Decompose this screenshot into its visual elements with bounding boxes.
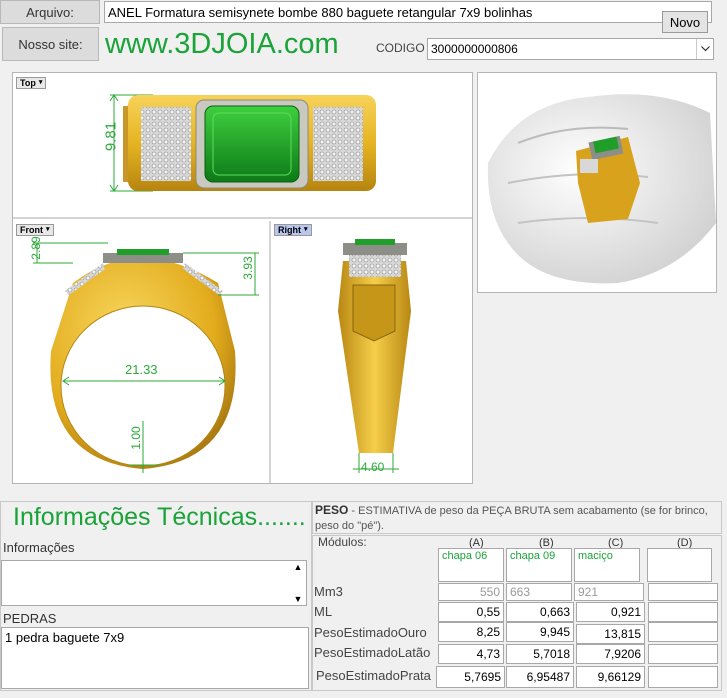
hand-ring-illustration bbox=[487, 94, 716, 284]
pedras-label: PEDRAS bbox=[3, 611, 57, 626]
scrollbar[interactable]: ▲ ▼ bbox=[291, 562, 305, 604]
codigo-label: CODIGO bbox=[376, 41, 425, 55]
dim-front-left: 2.89 bbox=[29, 236, 43, 260]
right-view[interactable]: Right ▾ 4.60 bbox=[273, 221, 472, 483]
dim-right-width: 4.60 bbox=[361, 460, 385, 474]
prata-c[interactable]: 9,66129 bbox=[576, 666, 645, 688]
row-label-mm3: Mm3 bbox=[314, 584, 343, 599]
prata-a[interactable]: 5,7695 bbox=[436, 666, 505, 688]
right-view-drawing bbox=[338, 239, 411, 473]
peso-heading-bold: PESO bbox=[315, 503, 349, 517]
latao-a[interactable]: 4,73 bbox=[438, 644, 504, 664]
cad-viewport-panel: Top ▾ 9.81 Front ▾ 2.89 3.93 21.33 1.00 … bbox=[12, 72, 473, 484]
dim-front-right: 3.93 bbox=[241, 256, 255, 280]
dim-top-width: 9.81 bbox=[102, 121, 120, 152]
mm3-d[interactable] bbox=[648, 583, 718, 601]
latao-d[interactable] bbox=[648, 644, 718, 664]
type-field-b[interactable]: chapa 09 bbox=[506, 548, 572, 582]
ouro-c[interactable]: 13,815 bbox=[576, 624, 645, 644]
codigo-value: 3000000000806 bbox=[431, 42, 518, 56]
ml-b[interactable]: 0,663 bbox=[506, 602, 574, 622]
ml-c[interactable]: 0,921 bbox=[576, 602, 645, 622]
prata-d[interactable] bbox=[648, 666, 718, 688]
ouro-b[interactable]: 9,945 bbox=[506, 622, 574, 642]
ouro-a[interactable]: 8,25 bbox=[438, 622, 504, 642]
pedras-value: 1 pedra baguete 7x9 bbox=[5, 630, 125, 645]
arquivo-label: Arquivo: bbox=[0, 0, 100, 24]
type-field-c[interactable]: maciço bbox=[574, 548, 640, 582]
row-label-ouro: PesoEstimadoOuro bbox=[314, 625, 427, 640]
type-field-d[interactable] bbox=[647, 548, 712, 582]
novo-button[interactable]: Novo bbox=[662, 11, 708, 33]
prata-b[interactable]: 6,95487 bbox=[506, 666, 574, 688]
informacoes-label: Informações bbox=[3, 540, 75, 555]
top-view-drawing bbox=[109, 94, 376, 192]
top-view[interactable]: Top ▾ 9.81 bbox=[13, 73, 472, 219]
ml-d[interactable] bbox=[648, 602, 718, 622]
codigo-select[interactable]: 3000000000806 bbox=[427, 38, 714, 60]
row-label-prata: PesoEstimadoPrata bbox=[316, 668, 431, 683]
scroll-up-icon[interactable]: ▲ bbox=[294, 562, 303, 572]
dim-front-inner: 21.33 bbox=[125, 362, 158, 377]
arquivo-field[interactable]: ANEL Formatura semisynete bombe 880 bagu… bbox=[104, 1, 712, 23]
mm3-a[interactable]: 550 bbox=[438, 583, 504, 601]
ouro-d[interactable] bbox=[648, 622, 718, 642]
mm3-b[interactable]: 663 bbox=[506, 583, 572, 601]
mm3-c[interactable]: 921 bbox=[574, 583, 644, 601]
ml-a[interactable]: 0,55 bbox=[438, 602, 504, 622]
site-label: Nosso site: bbox=[2, 27, 99, 61]
latao-c[interactable]: 7,9206 bbox=[576, 644, 645, 664]
row-label-ml: ML bbox=[314, 604, 333, 619]
ring-render-image bbox=[477, 72, 717, 293]
type-field-a[interactable]: chapa 06 bbox=[438, 548, 504, 582]
dim-front-band: 1.00 bbox=[129, 426, 143, 450]
modulos-label: Módulos: bbox=[318, 535, 367, 549]
info-title: Informações Técnicas....... bbox=[13, 503, 306, 531]
row-label-latao: PesoEstimadoLatão bbox=[314, 645, 431, 660]
peso-heading: PESO - ESTIMATIVA de peso da PEÇA BRUTA … bbox=[315, 503, 715, 534]
chevron-down-icon[interactable] bbox=[696, 39, 713, 59]
site-url-link[interactable]: www.3DJOIA.com bbox=[105, 28, 339, 61]
scroll-down-icon[interactable]: ▼ bbox=[294, 594, 303, 604]
informacoes-textarea[interactable]: ▲ ▼ bbox=[1, 560, 307, 606]
peso-heading-text: - ESTIMATIVA de peso da PEÇA BRUTA sem a… bbox=[315, 505, 708, 532]
pedras-textarea[interactable]: 1 pedra baguete 7x9 bbox=[1, 627, 309, 689]
front-view[interactable]: Front ▾ 2.89 3.93 21.33 1.00 bbox=[13, 221, 271, 483]
latao-b[interactable]: 5,7018 bbox=[506, 644, 574, 664]
